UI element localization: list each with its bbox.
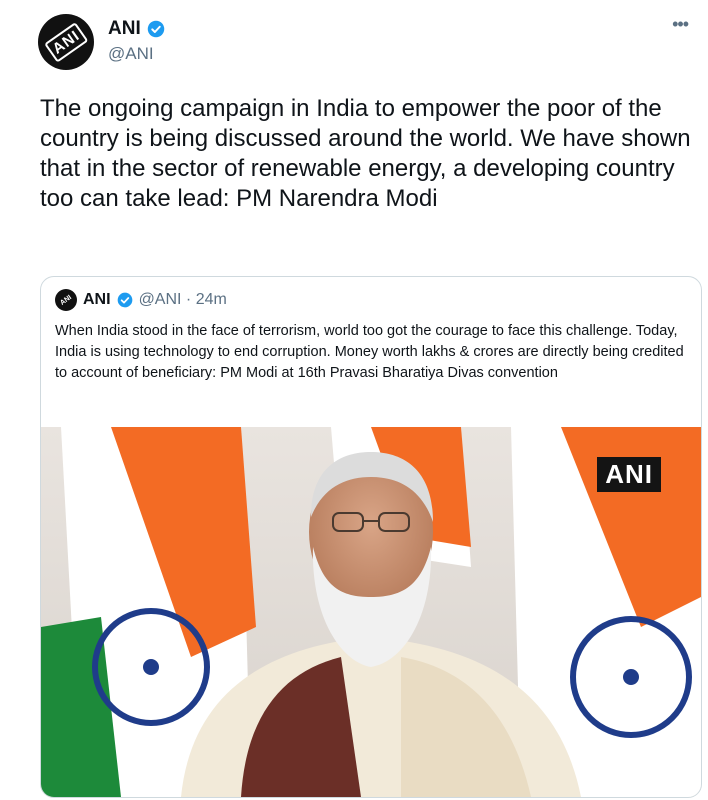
ani-logo: ANI <box>43 21 89 63</box>
author-display-name[interactable]: ANI <box>108 18 141 40</box>
author-avatar[interactable]: ANI <box>38 14 94 70</box>
quoted-tweet-text: When India stood in the face of terroris… <box>55 323 684 381</box>
verified-badge-icon <box>147 20 164 38</box>
verified-badge-icon <box>117 292 132 308</box>
quoted-author-name: ANI <box>83 291 111 308</box>
author-handle[interactable]: @ANI <box>108 44 154 64</box>
tweet-text: The ongoing campaign in India to empower… <box>40 95 691 212</box>
quoted-handle-time: @ANI · 24m <box>138 291 227 308</box>
more-options-icon[interactable]: ••• <box>672 14 689 35</box>
ani-watermark: ANI <box>597 457 661 492</box>
quoted-tweet[interactable]: ANI ANI @ANI · 24m When India stood in t… <box>40 276 702 798</box>
tweet: ANI ANI @ANI ••• The ongoing campaign in… <box>0 0 708 800</box>
quoted-author-avatar: ANI <box>55 289 77 311</box>
author-name-row: ANI <box>108 18 165 40</box>
quoted-tweet-video[interactable]: ANI <box>41 427 701 797</box>
quoted-tweet-header: ANI ANI @ANI · 24m <box>55 289 227 311</box>
